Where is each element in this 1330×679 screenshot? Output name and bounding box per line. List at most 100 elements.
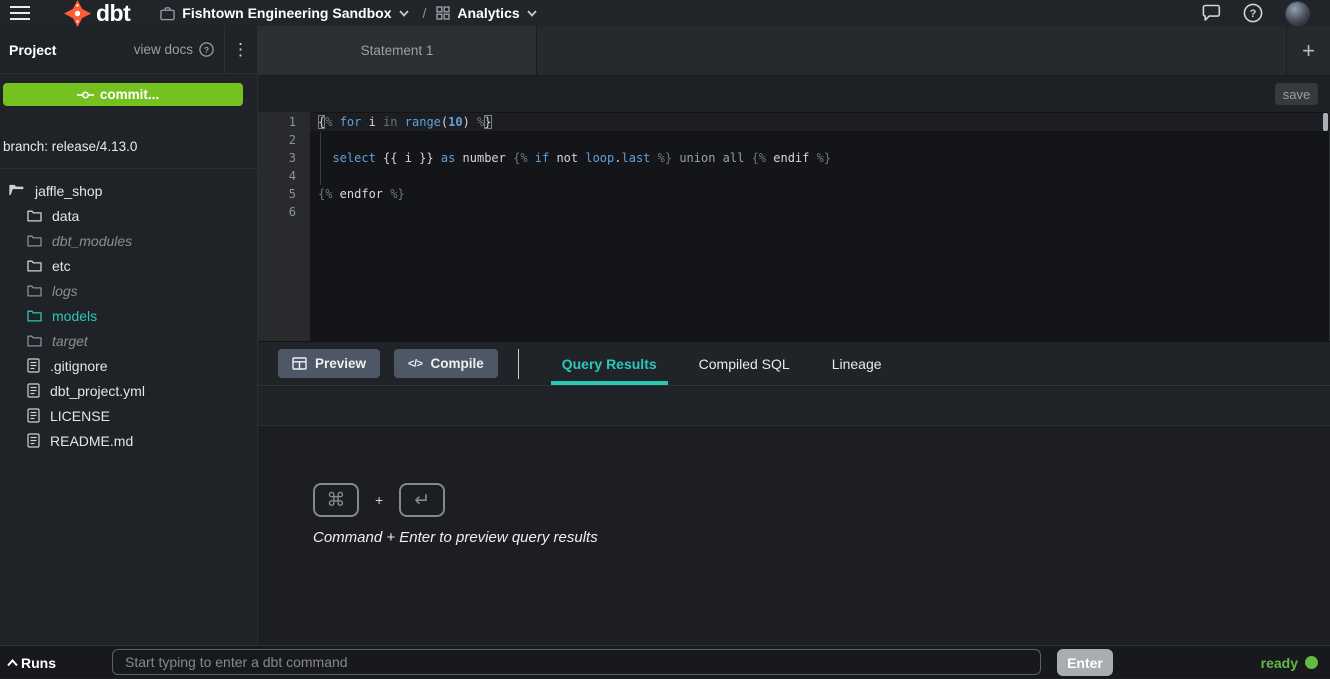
sidebar-divider bbox=[0, 168, 257, 169]
runs-toggle[interactable]: Runs bbox=[7, 646, 56, 679]
dbt-command-input[interactable] bbox=[112, 649, 1041, 675]
tab-statement-1[interactable]: Statement 1 bbox=[258, 26, 537, 75]
tree-item-label: target bbox=[52, 333, 88, 349]
tree-item-label: logs bbox=[52, 283, 78, 299]
tab-bar-spacer bbox=[537, 26, 1286, 75]
line-number: 3 bbox=[258, 149, 296, 167]
briefcase-icon bbox=[160, 6, 175, 21]
tree-item-etc[interactable]: etc bbox=[0, 253, 257, 278]
chevron-down-icon bbox=[527, 10, 537, 17]
kebab-menu-icon[interactable]: ⋮ bbox=[225, 40, 257, 60]
branch-label: branch: release/4.13.0 bbox=[3, 139, 137, 154]
svg-text:?: ? bbox=[1250, 8, 1257, 20]
breadcrumb-separator: / bbox=[423, 5, 427, 21]
enter-button[interactable]: Enter bbox=[1057, 649, 1113, 676]
table-icon bbox=[292, 357, 307, 370]
code-line[interactable] bbox=[318, 203, 1330, 221]
file-icon bbox=[27, 358, 40, 373]
commit-button-label: commit... bbox=[100, 87, 159, 102]
sidebar-header: Project view docs ? ⋮ bbox=[0, 26, 257, 74]
bottom-command-bar: Runs Enter ready bbox=[0, 645, 1330, 678]
results-panel-toolbar: Preview </> Compile Query ResultsCompile… bbox=[258, 341, 1330, 386]
folder-icon bbox=[9, 184, 25, 197]
chat-icon[interactable] bbox=[1202, 4, 1221, 22]
code-area[interactable]: {% for i in range(10) %} select {{ i }} … bbox=[310, 112, 1330, 341]
line-number: 5 bbox=[258, 185, 296, 203]
results-subheader bbox=[258, 387, 1330, 426]
plus-sign: + bbox=[375, 492, 383, 508]
line-number-gutter: 123456 bbox=[258, 112, 310, 341]
code-line[interactable] bbox=[318, 131, 1330, 149]
tree-item-logs[interactable]: logs bbox=[0, 278, 257, 303]
results-tab-lineage[interactable]: Lineage bbox=[811, 342, 903, 385]
tree-item-dbt-modules[interactable]: dbt_modules bbox=[0, 228, 257, 253]
tree-item-label: models bbox=[52, 308, 97, 324]
file-icon bbox=[27, 383, 40, 398]
tree-item-label: etc bbox=[52, 258, 71, 274]
help-icon[interactable]: ? bbox=[1243, 3, 1263, 23]
code-line[interactable]: select {{ i }} as number {% if not loop.… bbox=[318, 149, 1330, 167]
tree-item-label: jaffle_shop bbox=[35, 183, 102, 199]
tree-item-license[interactable]: LICENSE bbox=[0, 403, 257, 428]
sidebar: Project view docs ? ⋮ commit... branch: … bbox=[0, 26, 258, 645]
project-selector[interactable]: Analytics bbox=[436, 5, 536, 21]
tree-item-label: .gitignore bbox=[50, 358, 108, 374]
editor-toolbar: save bbox=[258, 76, 1330, 112]
tree-item-label: dbt_modules bbox=[52, 233, 132, 249]
results-tab-compiled-sql[interactable]: Compiled SQL bbox=[678, 342, 811, 385]
folder-icon bbox=[27, 235, 42, 247]
help-circle-icon: ? bbox=[199, 42, 214, 57]
project-name: Analytics bbox=[457, 5, 519, 21]
new-tab-button[interactable]: + bbox=[1286, 26, 1330, 75]
tree-item-label: README.md bbox=[50, 433, 133, 449]
view-docs-link[interactable]: view docs ? bbox=[134, 42, 224, 57]
git-commit-icon bbox=[77, 90, 94, 100]
chevron-down-icon[interactable] bbox=[233, 91, 243, 98]
tree-item-data[interactable]: data bbox=[0, 203, 257, 228]
file-icon bbox=[27, 433, 40, 448]
tree-item-jaffle-shop[interactable]: jaffle_shop bbox=[0, 178, 257, 203]
shortcut-hint-keys: ⌘ + ↵ bbox=[313, 483, 445, 517]
compile-button[interactable]: </> Compile bbox=[394, 349, 498, 378]
folder-icon bbox=[27, 260, 42, 272]
code-line[interactable]: {% endfor %} bbox=[318, 185, 1330, 203]
status-label: ready bbox=[1261, 655, 1298, 671]
shortcut-hint-text: Command + Enter to preview query results bbox=[313, 529, 598, 546]
tree-item-label: data bbox=[52, 208, 79, 224]
dbt-logo[interactable]: dbt bbox=[64, 0, 130, 27]
editor-tab-bar: Statement 1 + bbox=[258, 26, 1330, 76]
folder-icon bbox=[27, 285, 42, 297]
status-dot bbox=[1305, 656, 1318, 669]
save-button[interactable]: save bbox=[1275, 83, 1318, 105]
hamburger-menu-icon[interactable] bbox=[0, 0, 40, 26]
commit-button[interactable]: commit... bbox=[3, 83, 243, 106]
user-avatar[interactable] bbox=[1285, 1, 1310, 26]
account-name: Fishtown Engineering Sandbox bbox=[182, 5, 391, 21]
grid-icon bbox=[436, 6, 450, 20]
dbt-logo-text: dbt bbox=[96, 0, 130, 27]
line-number: 2 bbox=[258, 131, 296, 149]
tree-item-readme-md[interactable]: README.md bbox=[0, 428, 257, 453]
status-indicator: ready bbox=[1261, 646, 1318, 679]
results-tab-query-results[interactable]: Query Results bbox=[541, 342, 678, 385]
top-bar: dbt Fishtown Engineering Sandbox / Analy… bbox=[0, 0, 1330, 26]
folder-icon bbox=[27, 210, 42, 222]
code-line[interactable]: {% for i in range(10) %} bbox=[318, 113, 1330, 131]
sidebar-title: Project bbox=[9, 42, 56, 58]
tree-item--gitignore[interactable]: .gitignore bbox=[0, 353, 257, 378]
tree-item-target[interactable]: target bbox=[0, 328, 257, 353]
account-selector[interactable]: Fishtown Engineering Sandbox bbox=[160, 5, 408, 21]
return-key-icon: ↵ bbox=[399, 483, 445, 517]
line-number: 4 bbox=[258, 167, 296, 185]
code-line[interactable] bbox=[318, 167, 1330, 185]
tree-item-models[interactable]: models bbox=[0, 303, 257, 328]
preview-button[interactable]: Preview bbox=[278, 349, 380, 378]
editor-scrollbar-thumb[interactable] bbox=[1323, 113, 1328, 131]
file-tree: jaffle_shopdata dbt_modulesetc logs models t… bbox=[0, 178, 257, 453]
code-editor[interactable]: 123456 {% for i in range(10) %} select {… bbox=[258, 112, 1330, 341]
file-icon bbox=[27, 408, 40, 423]
folder-icon bbox=[27, 310, 42, 322]
command-key-icon: ⌘ bbox=[313, 483, 359, 517]
tree-item-dbt-project-yml[interactable]: dbt_project.yml bbox=[0, 378, 257, 403]
chevron-down-icon bbox=[399, 10, 409, 17]
